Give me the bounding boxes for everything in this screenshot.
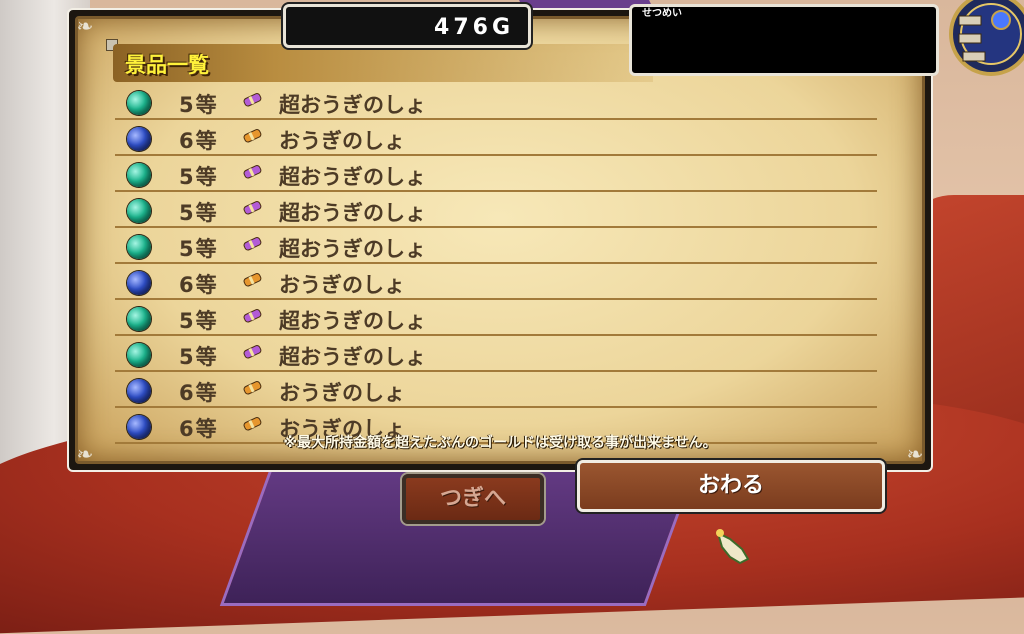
blue-orb-icon [127, 271, 151, 295]
prize-row: 6等 おうぎのしょ [115, 372, 877, 408]
prize-rank: 5等 [179, 345, 219, 369]
green-orb-icon [127, 343, 151, 367]
prize-item-name: おうぎのしょ [279, 381, 405, 405]
pointer-hand-icon [716, 529, 750, 565]
gold-limit-note: ※最大所持金額を超えたぶんのゴールドは受け取る事が出来ません。 [283, 435, 717, 451]
purple-scroll-icon [243, 345, 262, 359]
prize-row: 6等 おうぎのしょ [115, 264, 877, 300]
prize-item-name: 超おうぎのしょ [279, 237, 426, 261]
gold-display: 476G [283, 4, 531, 48]
prize-list-title: 景品一覧 [125, 53, 209, 77]
prize-item-name: 超おうぎのしょ [279, 165, 426, 189]
prize-item-name: 超おうぎのしょ [279, 309, 426, 333]
prize-row: 5等 超おうぎのしょ [115, 336, 877, 372]
prize-row: 6等 おうぎのしょ [115, 120, 877, 156]
description-box: せつめい [629, 4, 939, 76]
purple-scroll-icon [243, 201, 262, 215]
prize-row: 5等 超おうぎのしょ [115, 192, 877, 228]
prize-rank: 5等 [179, 93, 219, 117]
prize-rank: 6等 [179, 129, 219, 153]
orange-scroll-icon [243, 273, 262, 287]
green-orb-icon [127, 307, 151, 331]
next-button-label: つぎへ [439, 486, 506, 511]
orange-scroll-icon [243, 129, 262, 143]
menu-ornament-icon[interactable] [943, 0, 1024, 86]
purple-scroll-icon [243, 309, 262, 323]
prize-row: 5等 超おうぎのしょ [115, 84, 877, 120]
prize-rank: 5等 [179, 201, 219, 225]
purple-scroll-icon [243, 237, 262, 251]
green-orb-icon [127, 91, 151, 115]
prize-row: 5等 超おうぎのしょ [115, 228, 877, 264]
description-label: せつめい [642, 8, 682, 19]
corner-ornament-icon: ❧ [76, 14, 94, 38]
orange-scroll-icon [243, 381, 262, 395]
prize-item-name: 超おうぎのしょ [279, 201, 426, 225]
prize-item-name: おうぎのしょ [279, 129, 405, 153]
green-orb-icon [127, 199, 151, 223]
prize-rank: 5等 [179, 165, 219, 189]
prize-row: 5等 超おうぎのしょ [115, 156, 877, 192]
prize-rank: 5等 [179, 237, 219, 261]
prize-rank: 6等 [179, 273, 219, 297]
blue-orb-icon [127, 127, 151, 151]
next-button[interactable]: つぎへ [402, 474, 544, 524]
end-button-label: おわる [697, 473, 764, 498]
prize-row: 5等 超おうぎのしょ [115, 300, 877, 336]
purple-scroll-icon [243, 93, 262, 107]
blue-orb-icon [127, 379, 151, 403]
prize-rank: 5等 [179, 309, 219, 333]
green-orb-icon [127, 235, 151, 259]
green-orb-icon [127, 163, 151, 187]
gold-amount: 476G [434, 15, 514, 40]
orange-scroll-icon [243, 417, 262, 431]
prize-item-name: おうぎのしょ [279, 273, 405, 297]
prize-item-name: 超おうぎのしょ [279, 93, 426, 117]
end-button[interactable]: おわる [577, 460, 885, 512]
prize-item-name: 超おうぎのしょ [279, 345, 426, 369]
purple-scroll-icon [243, 165, 262, 179]
prize-rows: 5等 超おうぎのしょ 6等 おうぎのしょ 5等 超おうぎのしょ 5等 超おうぎのしょ 5等 超おう… [115, 84, 877, 444]
prize-rank: 6等 [179, 381, 219, 405]
